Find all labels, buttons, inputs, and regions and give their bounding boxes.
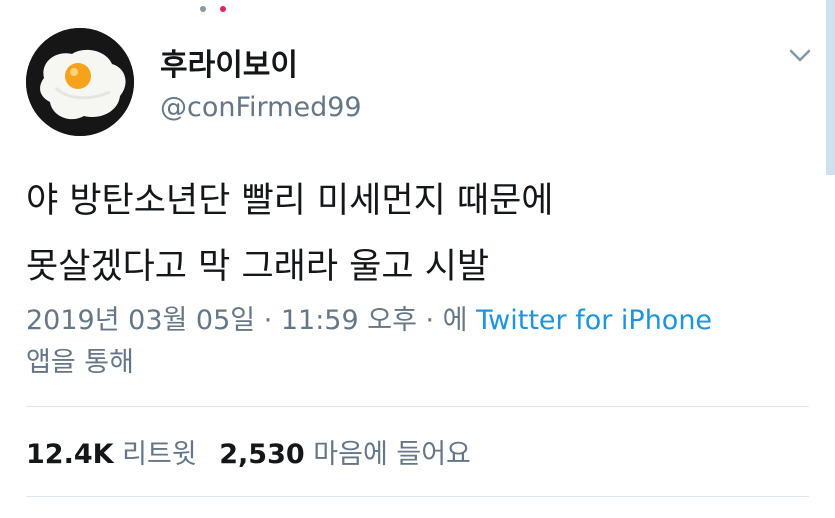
retweets-stat[interactable]: 12.4K 리트윗 — [26, 432, 197, 471]
fried-egg-image — [26, 28, 134, 136]
user-handle[interactable]: @conFirmed99 — [160, 92, 362, 123]
display-name[interactable]: 후라이보이 — [160, 40, 298, 84]
clipped-icon — [200, 6, 206, 12]
timestamp: 2019년 03월 05일 · 11:59 오후 · 에 — [26, 305, 468, 336]
likes-label: 마음에 들어요 — [313, 439, 471, 470]
likes-stat[interactable]: 2,530 마음에 들어요 — [219, 432, 471, 471]
divider — [26, 496, 809, 497]
clipped-action-icons — [200, 0, 280, 12]
likes-count: 2,530 — [219, 439, 305, 470]
tweet-text-line: 야 방탄소년단 빨리 미세먼지 때문에 — [26, 181, 554, 221]
retweets-count: 12.4K — [26, 439, 114, 470]
tweet-text-line: 못살겠다고 막 그래라 울고 시발 — [26, 247, 490, 287]
retweets-label: 리트윗 — [122, 439, 197, 470]
tweet-stats: 12.4K 리트윗 2,530 마음에 들어요 — [26, 432, 471, 471]
tweet-meta: 2019년 03월 05일 · 11:59 오후 · 에 Twitter for… — [26, 300, 806, 384]
chevron-down-icon[interactable] — [786, 46, 814, 66]
avatar[interactable] — [26, 28, 134, 136]
source-link[interactable]: Twitter for iPhone — [476, 305, 712, 336]
scrollbar[interactable] — [826, 0, 835, 175]
tweet-text: 야 방탄소년단 빨리 미세먼지 때문에 못살겠다고 막 그래라 울고 시발 — [26, 168, 806, 300]
divider — [26, 406, 809, 407]
source-suffix: 앱을 통해 — [26, 347, 134, 378]
clipped-icon — [220, 6, 226, 12]
